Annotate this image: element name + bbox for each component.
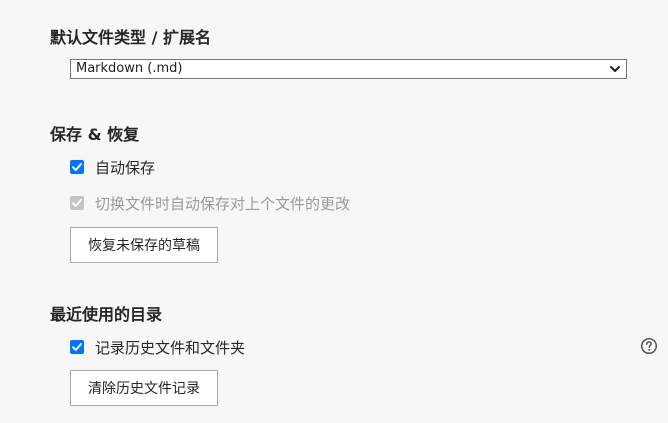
clear-history-button[interactable]: 清除历史文件记录 bbox=[70, 370, 218, 406]
save-restore-heading: 保存 & 恢复 bbox=[50, 125, 140, 144]
record-history-label: 记录历史文件和文件夹 bbox=[95, 338, 246, 357]
recent-directories-heading: 最近使用的目录 bbox=[50, 305, 163, 324]
auto-save-on-switch-option: 切换文件时自动保存对上个文件的更改 bbox=[70, 194, 351, 213]
default-file-type-select[interactable]: Markdown (.md) bbox=[70, 59, 627, 79]
record-history-checkbox[interactable] bbox=[70, 340, 84, 354]
default-file-type-value: Markdown (.md) bbox=[76, 61, 183, 76]
auto-save-option: 自动保存 bbox=[70, 158, 156, 177]
checkmark-icon bbox=[72, 163, 82, 171]
help-circle-icon[interactable] bbox=[640, 337, 658, 355]
auto-save-checkbox[interactable] bbox=[70, 160, 84, 174]
chevron-down-icon bbox=[610, 66, 620, 72]
record-history-option: 记录历史文件和文件夹 bbox=[70, 338, 246, 357]
auto-save-on-switch-label: 切换文件时自动保存对上个文件的更改 bbox=[95, 194, 351, 213]
preferences-files-panel: 默认文件类型 / 扩展名 Markdown (.md) 保存 & 恢复 自动保存… bbox=[0, 0, 668, 423]
checkmark-icon bbox=[72, 343, 82, 351]
restore-drafts-button[interactable]: 恢复未保存的草稿 bbox=[70, 227, 218, 263]
default-file-type-heading: 默认文件类型 / 扩展名 bbox=[50, 28, 211, 47]
auto-save-on-switch-checkbox bbox=[70, 196, 84, 210]
checkmark-icon bbox=[72, 199, 82, 207]
auto-save-label: 自动保存 bbox=[95, 158, 156, 177]
